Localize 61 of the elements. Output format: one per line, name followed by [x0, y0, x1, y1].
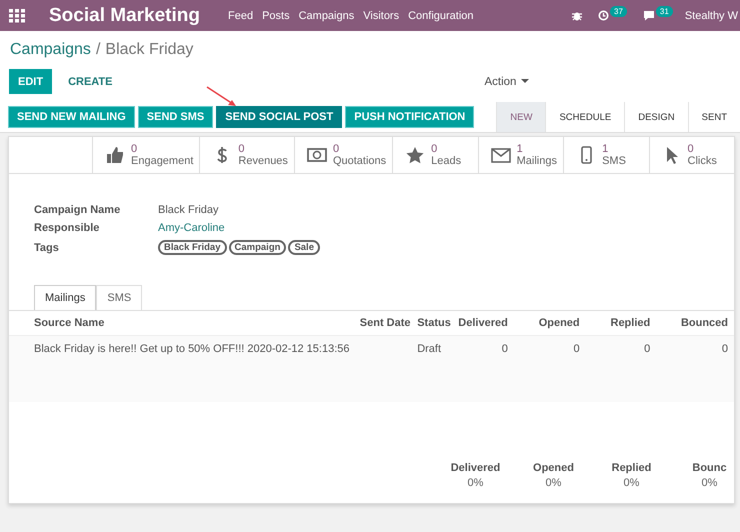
total-label: Bounc	[692, 462, 727, 474]
total-label: Opened	[533, 462, 574, 474]
table-cell: Black Friday is here!! Get up to 50% OFF!!! 2020-02-12 15:13:56	[34, 343, 350, 355]
table-cell: 0	[722, 343, 728, 355]
bug-icon[interactable]	[572, 10, 582, 21]
stat-button[interactable]: 0 Quotations	[294, 137, 394, 173]
menu-item[interactable]: Posts	[262, 10, 290, 22]
breadcrumb-current: Black Friday	[105, 41, 194, 59]
apps-menu-icon[interactable]	[9, 8, 25, 22]
total-value: 0%	[468, 477, 484, 489]
field-label: Tags	[34, 242, 60, 254]
create-button[interactable]: CREATE	[62, 74, 118, 88]
clock-icon[interactable]	[598, 10, 609, 21]
header-button[interactable]: SEND NEW MAILING	[8, 106, 135, 128]
thumbs-up-icon	[105, 146, 125, 164]
activity-count-badge: 37	[610, 6, 627, 17]
edit-button[interactable]: EDIT	[9, 69, 52, 94]
breadcrumb-link[interactable]: Campaigns	[10, 41, 91, 59]
total-label: Replied	[612, 462, 652, 474]
stat-button[interactable]: 0 Engagement	[93, 137, 200, 173]
header-button[interactable]: PUSH NOTIFICATION	[345, 106, 474, 128]
app-title: Social Marketing	[49, 4, 200, 26]
field-value: Black Friday	[158, 204, 220, 216]
breadcrumb-separator: /	[96, 41, 100, 59]
annotation-arrow	[206, 86, 238, 108]
caret-icon	[521, 79, 530, 84]
chat-icon[interactable]	[642, 10, 655, 21]
header-button[interactable]: SEND SMS	[138, 106, 214, 128]
header-button[interactable]: SEND SOCIAL POST	[216, 106, 342, 128]
star-icon	[405, 146, 426, 164]
message-count-badge: 31	[656, 6, 673, 17]
total-value: 0%	[702, 477, 718, 489]
table-cell: 0	[574, 343, 580, 355]
table-cell: Draft	[417, 343, 442, 355]
field-label: Responsible	[34, 222, 100, 234]
field-label: Campaign Name	[34, 204, 122, 216]
table-cell: 0	[502, 343, 508, 355]
table-cell: 0	[644, 343, 650, 355]
tab[interactable]: Mailings	[34, 285, 96, 310]
action-dropdown[interactable]: Action	[478, 74, 536, 88]
total-label: Delivered	[450, 462, 500, 474]
menu-item[interactable]: Campaigns	[298, 10, 354, 22]
total-value: 0%	[624, 477, 640, 489]
total-value: 0%	[546, 477, 562, 489]
user-name[interactable]: Stealthy W	[684, 10, 738, 22]
menu-item[interactable]: Configuration	[408, 10, 474, 22]
tab[interactable]: SMS	[96, 285, 142, 310]
envelope-icon	[490, 146, 511, 164]
stat-button[interactable]: 0 Leads	[393, 137, 479, 173]
tag: Sale	[288, 240, 320, 255]
stat-button[interactable]: 0 Clicks	[650, 137, 734, 173]
menu-item[interactable]: Visitors	[363, 10, 400, 22]
stat-button[interactable]: 1 SMS	[564, 137, 650, 173]
banknote-icon	[306, 146, 327, 164]
stat-button[interactable]: 0 Revenues	[200, 137, 295, 173]
tag: Campaign	[228, 240, 286, 255]
stage-step[interactable]: NEW	[496, 102, 546, 132]
responsible-link[interactable]: Amy-Caroline	[158, 222, 734, 234]
stat-button[interactable]: 1 Mailings	[478, 137, 564, 173]
menu-item[interactable]: Feed	[228, 10, 254, 22]
tag: Black Friday	[158, 240, 226, 255]
